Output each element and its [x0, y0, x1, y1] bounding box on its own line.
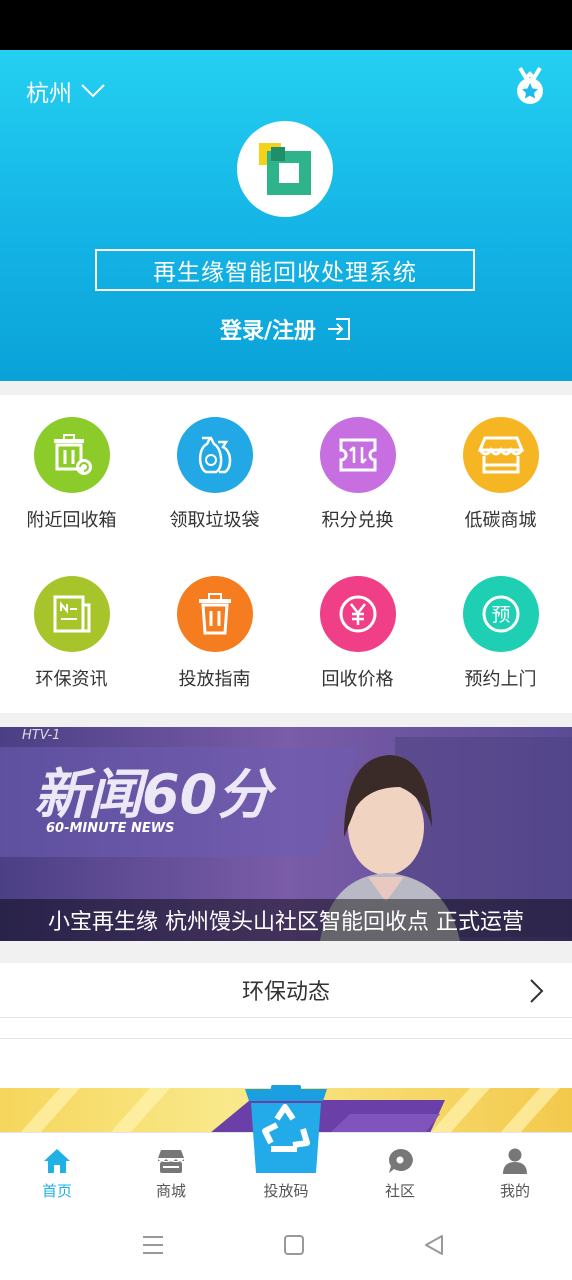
home-nav-icon[interactable]	[284, 1234, 304, 1256]
recycle-bin-icon[interactable]	[241, 1085, 331, 1175]
news-icon	[33, 576, 110, 652]
chevron-right-icon	[530, 979, 544, 1003]
menu-label: 附近回收箱	[26, 510, 117, 531]
show-title: 新闻60分	[34, 763, 277, 826]
tab-profile[interactable]: 我的	[458, 1147, 572, 1201]
tab-label: 我的	[499, 1182, 530, 1200]
divider	[0, 1038, 572, 1039]
menu-item-disposal-guide[interactable]: 投放指南	[143, 576, 286, 691]
app-title: 再生缘智能回收处理系统	[95, 249, 475, 291]
menu-item-garbage-bags[interactable]: 领取垃圾袋	[143, 417, 286, 532]
system-nav-bar	[0, 1214, 572, 1280]
menu-item-book-pickup[interactable]: 预 预约上门	[429, 576, 572, 691]
menu-label: 领取垃圾袋	[169, 510, 260, 531]
tab-label: 首页	[41, 1182, 72, 1200]
login-arrow-icon	[328, 318, 351, 340]
menu-item-eco-news[interactable]: 环保资讯	[0, 576, 143, 691]
section-title: 环保动态	[241, 980, 330, 1005]
user-icon	[503, 1148, 527, 1174]
eco-news-section-header[interactable]: 环保动态	[0, 963, 572, 1018]
login-register-button[interactable]: 登录/注册	[0, 313, 572, 345]
menu-label: 积分兑换	[321, 510, 394, 531]
news-banner[interactable]: 新闻60分 60-MINUTE NEWS HTV-1 小宝再生缘 杭州馒头山社区…	[0, 727, 572, 941]
menu-item-recycle-price[interactable]: 回收价格	[286, 576, 429, 691]
tab-label: 投放码	[263, 1182, 309, 1200]
city-selector[interactable]: 杭州	[26, 74, 106, 108]
channel-logo: HTV-1	[22, 728, 60, 743]
garbage-bags-icon	[176, 417, 253, 493]
menu-item-low-carbon-mall[interactable]: 低碳商城	[429, 417, 572, 532]
status-bar	[0, 0, 572, 50]
points-exchange-icon	[319, 417, 396, 493]
home-icon	[44, 1149, 70, 1173]
tab-mall[interactable]: 商城	[114, 1147, 228, 1201]
tab-label: 社区	[384, 1182, 415, 1200]
menu-label: 低碳商城	[464, 510, 537, 531]
city-label: 杭州	[26, 81, 72, 107]
yen-icon	[319, 576, 396, 652]
tab-home[interactable]: 首页	[0, 1147, 114, 1201]
appointment-icon: 预	[462, 576, 539, 652]
medal-icon[interactable]	[512, 66, 548, 106]
menu-label: 预约上门	[464, 669, 537, 690]
shop-icon	[158, 1150, 184, 1173]
logo-icon	[259, 143, 311, 195]
show-subtitle: 60-MINUTE NEWS	[46, 821, 174, 836]
svg-text:预: 预	[491, 604, 510, 626]
news-list-area	[0, 1018, 572, 1088]
recycle-bin-icon	[33, 417, 110, 493]
chat-bubble-icon	[389, 1148, 413, 1173]
menu-nav-icon[interactable]	[142, 1234, 164, 1256]
back-nav-icon[interactable]	[424, 1234, 444, 1256]
tab-community[interactable]: 社区	[343, 1147, 457, 1201]
menu-label: 环保资讯	[35, 669, 108, 690]
menu-label: 回收价格	[321, 669, 394, 690]
hero-header: 杭州 再生缘智能回收处理系统 登录/注册	[0, 50, 572, 381]
tab-label: 商城	[155, 1182, 186, 1200]
menu-label: 投放指南	[178, 669, 251, 690]
trash-can-icon	[176, 576, 253, 652]
menu-item-nearby-bins[interactable]: 附近回收箱	[0, 417, 143, 532]
app-logo	[237, 121, 333, 217]
login-label: 登录/注册	[219, 319, 317, 344]
menu-item-points-exchange[interactable]: 积分兑换	[286, 417, 429, 532]
function-grid: 附近回收箱 领取垃圾袋 积分兑换 低碳商城 环保资讯 投放指南 回收价格 预 预…	[0, 395, 572, 713]
chevron-down-icon	[81, 84, 105, 98]
store-icon	[462, 417, 539, 493]
banner-caption: 小宝再生缘 杭州馒头山社区智能回收点 正式运营	[0, 899, 572, 941]
